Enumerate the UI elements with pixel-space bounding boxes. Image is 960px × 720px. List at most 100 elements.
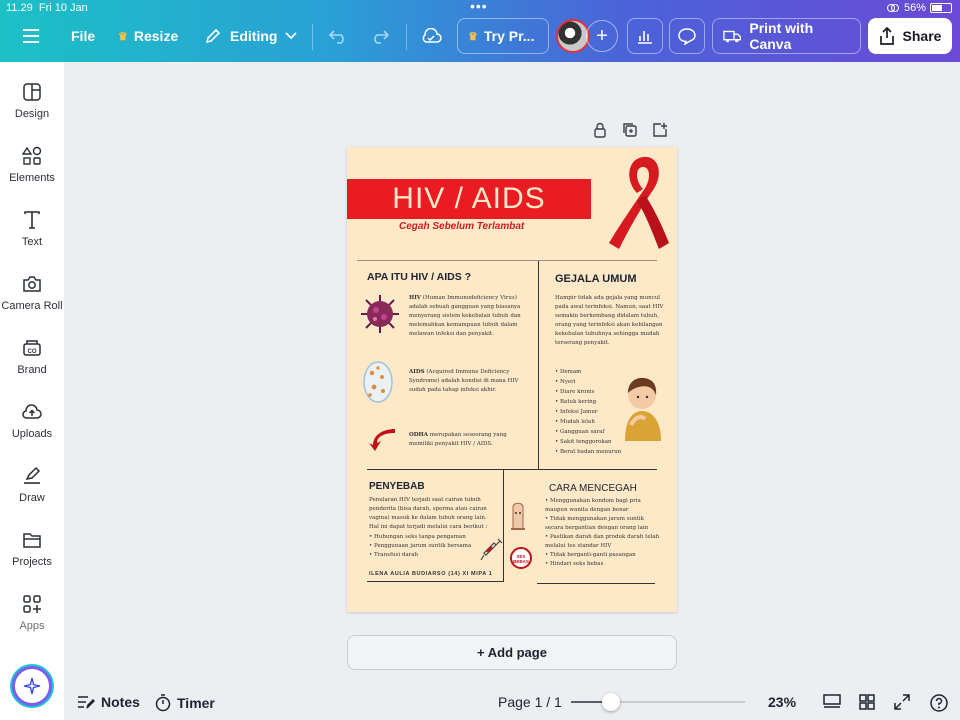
hiv-description[interactable]: HIV (Human Immunodeficiency Virus) adala… bbox=[409, 294, 527, 339]
section-heading-cara[interactable]: CARA MENCEGAH bbox=[549, 483, 637, 494]
help-icon bbox=[930, 694, 948, 712]
add-page-icon[interactable] bbox=[652, 122, 668, 138]
divider bbox=[367, 581, 503, 582]
notes-button[interactable]: Notes bbox=[77, 694, 140, 710]
status-time: 11.29 Fri 10 Jan bbox=[6, 2, 88, 14]
cell-icon bbox=[363, 361, 393, 403]
author-credit[interactable]: ILENA AULIA BUDIARSO (14) XI MIPA 1 bbox=[369, 571, 492, 577]
folder-icon bbox=[23, 533, 41, 548]
avatar[interactable] bbox=[556, 18, 590, 54]
sidebar-item-uploads[interactable]: Uploads bbox=[0, 402, 64, 458]
list-item: • Hubungan seks tanpa pengaman bbox=[369, 534, 466, 540]
top-toolbar: 11.29 Fri 10 Jan ••• 56% File ♛ Resize E… bbox=[0, 0, 960, 62]
status-bar: 11.29 Fri 10 Jan ••• 56% bbox=[0, 0, 960, 16]
fullscreen-button[interactable] bbox=[894, 694, 910, 710]
sidebar-item-brand[interactable]: CO Brand bbox=[0, 338, 64, 394]
grid-icon bbox=[859, 694, 875, 710]
status-right: 56% bbox=[886, 2, 952, 14]
gejala-description[interactable]: Hampir tidak ada gejala yang muncul pada… bbox=[555, 294, 667, 348]
list-item: • Menggunakan kondom bagi pria maupun wa… bbox=[545, 498, 641, 513]
print-label: Print with Canva bbox=[749, 20, 814, 52]
try-pro-button[interactable]: ♛ Try Pr... bbox=[457, 18, 549, 54]
penyebab-list[interactable]: • Hubungan seks tanpa pengaman • Penggun… bbox=[369, 533, 481, 560]
pages-grid-button[interactable] bbox=[859, 694, 875, 710]
sidebar-item-label: Draw bbox=[19, 492, 45, 504]
magic-assistant-button[interactable] bbox=[12, 666, 52, 706]
grid-view-button[interactable] bbox=[823, 694, 841, 710]
draw-icon bbox=[24, 466, 41, 484]
undo-button[interactable] bbox=[328, 18, 348, 54]
try-pro-label: Try Pr... bbox=[483, 28, 535, 44]
section-heading-penyebab[interactable]: PENYEBAB bbox=[369, 481, 425, 492]
insights-button[interactable] bbox=[627, 18, 663, 54]
section-heading-gejala[interactable]: GEJALA UMUM bbox=[555, 273, 636, 285]
svg-text:CO: CO bbox=[28, 349, 37, 355]
lock-icon[interactable] bbox=[592, 122, 608, 138]
list-item: • Hindari seks bebas bbox=[545, 561, 604, 567]
divider bbox=[357, 260, 657, 261]
zoom-percent[interactable]: 23% bbox=[768, 694, 796, 710]
multitask-dots[interactable]: ••• bbox=[470, 0, 488, 14]
aids-description[interactable]: AIDS (Acquired Immune Deficiency Syndrom… bbox=[409, 368, 521, 395]
sidebar-item-projects[interactable]: Projects bbox=[0, 530, 64, 586]
crown-icon: ♛ bbox=[468, 30, 478, 43]
zoom-slider[interactable] bbox=[571, 701, 745, 703]
add-collaborator-button[interactable]: + bbox=[586, 20, 618, 52]
penyebab-description[interactable]: Penularan HIV terjadi saat cairan tubuh … bbox=[369, 496, 495, 532]
sidebar-item-camera-roll[interactable]: Camera Roll bbox=[0, 274, 64, 330]
page-view-icon bbox=[823, 694, 841, 708]
cara-list[interactable]: • Menggunakan kondom bagi pria maupun wa… bbox=[545, 497, 661, 569]
design-icon bbox=[23, 83, 41, 101]
page-actions bbox=[592, 122, 668, 138]
odha-description[interactable]: ODHA merupakan seseorang yang memiliki p… bbox=[409, 431, 521, 449]
menu-button[interactable] bbox=[22, 18, 46, 54]
sidebar-item-apps[interactable]: Apps bbox=[0, 594, 64, 650]
share-button[interactable]: Share bbox=[868, 18, 952, 54]
design-page[interactable]: HIV / AIDS Cegah Sebelum Terlambat APA I… bbox=[347, 147, 677, 612]
resize-button[interactable]: ♛ Resize bbox=[118, 18, 178, 54]
sidebar-item-label: Camera Roll bbox=[1, 300, 63, 312]
print-with-canva-button[interactable]: Print with Canva bbox=[712, 18, 861, 54]
divider bbox=[503, 470, 504, 582]
list-item: • Tidak berganti-ganti pasangan bbox=[545, 552, 636, 558]
help-button[interactable] bbox=[930, 694, 948, 712]
sign-text: SEX BEBAS bbox=[513, 554, 529, 564]
editing-mode-button[interactable]: Editing bbox=[204, 18, 298, 54]
red-ribbon-icon[interactable] bbox=[607, 153, 673, 253]
bar-chart-icon bbox=[638, 31, 652, 44]
divider bbox=[537, 583, 655, 584]
sparkle-icon bbox=[23, 677, 41, 695]
sidebar-item-text[interactable]: Text bbox=[0, 210, 64, 266]
zoom-slider-handle[interactable] bbox=[602, 693, 620, 711]
sidebar-item-draw[interactable]: Draw bbox=[0, 466, 64, 522]
sidebar-item-elements[interactable]: Elements bbox=[0, 146, 64, 202]
hamburger-icon bbox=[23, 29, 39, 43]
file-menu[interactable]: File bbox=[71, 18, 95, 54]
sidebar-item-label: Text bbox=[21, 236, 43, 248]
sick-person-icon bbox=[625, 377, 661, 441]
duplicate-page-icon[interactable] bbox=[622, 122, 638, 138]
chevron-down-icon bbox=[285, 32, 298, 40]
poster-subtitle[interactable]: Cegah Sebelum Terlambat bbox=[399, 221, 524, 232]
page-indicator[interactable]: Page 1 / 1 bbox=[498, 694, 562, 710]
pencil-icon bbox=[205, 28, 221, 44]
title-banner[interactable]: HIV / AIDS bbox=[347, 179, 591, 219]
sidebar-item-label: Elements bbox=[9, 172, 55, 184]
add-page-button[interactable]: + Add page bbox=[347, 635, 677, 670]
list-item: • Penggunaan jarum suntik bersama bbox=[369, 543, 472, 549]
syringe-icon bbox=[480, 538, 503, 561]
comments-button[interactable] bbox=[669, 18, 705, 54]
condom-character-icon bbox=[511, 502, 525, 530]
timer-button[interactable]: Timer bbox=[155, 694, 215, 712]
cloud-save-button[interactable] bbox=[420, 18, 442, 54]
redo-button[interactable] bbox=[370, 18, 390, 54]
battery-icon bbox=[930, 3, 952, 13]
notes-icon bbox=[78, 696, 95, 709]
undo-icon bbox=[328, 30, 344, 44]
sidebar-item-label: Apps bbox=[19, 620, 45, 632]
section-heading-apa[interactable]: APA ITU HIV / AIDS ? bbox=[367, 271, 471, 283]
redo-icon bbox=[374, 30, 390, 44]
sidebar-item-design[interactable]: Design bbox=[0, 82, 64, 138]
list-item: • Transfusi darah bbox=[369, 552, 419, 558]
plus-icon: + bbox=[596, 24, 608, 47]
